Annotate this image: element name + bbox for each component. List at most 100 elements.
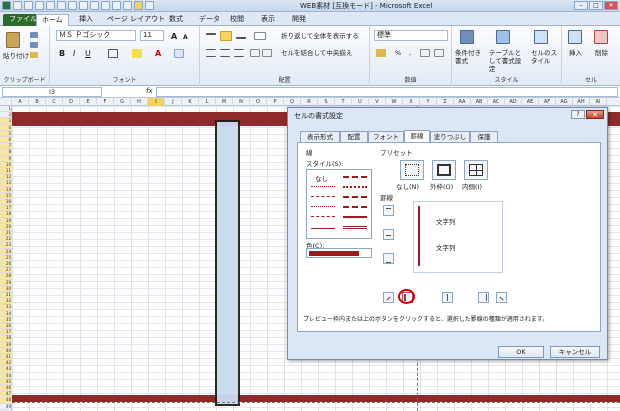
column-header[interactable]: P	[267, 98, 284, 106]
cut-icon[interactable]	[30, 32, 38, 38]
preset-inside-button[interactable]	[464, 160, 488, 180]
dialog-close-button[interactable]: ✕	[586, 110, 604, 119]
tab-view[interactable]: 表示	[256, 14, 280, 26]
column-header[interactable]: N	[233, 98, 250, 106]
column-header[interactable]: K	[182, 98, 199, 106]
tab-protection[interactable]: 保護	[470, 131, 498, 142]
sort-icon[interactable]	[57, 1, 66, 10]
tab-font[interactable]: フォント	[368, 131, 404, 142]
format-painter-icon[interactable]	[30, 52, 38, 58]
tab-insert[interactable]: 挿入	[74, 14, 98, 26]
border-center-vertical-button[interactable]	[442, 292, 453, 303]
tab-alignment[interactable]: 配置	[340, 131, 368, 142]
minimize-button[interactable]: –	[574, 1, 588, 10]
close-window-button[interactable]: ✕	[604, 1, 618, 10]
line-style-option[interactable]	[311, 206, 335, 207]
column-header[interactable]: AI	[590, 98, 607, 106]
align-middle-icon[interactable]	[220, 31, 232, 41]
column-header[interactable]: T	[335, 98, 352, 106]
formula-input[interactable]	[156, 87, 618, 97]
comma-button[interactable]: ,	[408, 48, 412, 59]
copy-icon[interactable]	[30, 42, 38, 48]
align-left-icon[interactable]	[206, 49, 216, 57]
align-center-icon[interactable]	[220, 49, 230, 57]
selected-range[interactable]	[215, 120, 240, 406]
percent-button[interactable]: %	[394, 48, 402, 59]
column-header[interactable]: C	[46, 98, 63, 106]
column-header[interactable]: S	[318, 98, 335, 106]
italic-button[interactable]: I	[72, 48, 76, 59]
column-header[interactable]: V	[369, 98, 386, 106]
cancel-button[interactable]: キャンセル	[550, 346, 600, 358]
border-diagonal-up-button[interactable]	[383, 292, 394, 303]
column-header[interactable]: R	[301, 98, 318, 106]
shrink-font-button[interactable]: A	[182, 32, 189, 43]
line-style-none[interactable]: なし	[315, 173, 328, 183]
insert-button[interactable]: 挿入	[568, 48, 583, 59]
border-diagonal-down-button[interactable]	[496, 292, 507, 303]
column-header[interactable]: AH	[573, 98, 590, 106]
customize-qat-icon[interactable]	[145, 1, 154, 10]
name-box[interactable]: I3	[2, 87, 102, 97]
orientation-icon[interactable]	[254, 32, 266, 40]
paste-button[interactable]: 貼り付け	[2, 51, 30, 62]
increase-indent-icon[interactable]	[262, 49, 272, 57]
column-header[interactable]: X	[403, 98, 420, 106]
undo-icon[interactable]	[24, 1, 33, 10]
column-header[interactable]: L	[199, 98, 216, 106]
delete-cells-icon[interactable]	[594, 30, 608, 44]
merge-center-button[interactable]: セルを結合して中央揃え	[280, 48, 353, 59]
align-right-icon[interactable]	[234, 49, 244, 57]
tab-border[interactable]: 罫線	[404, 130, 430, 142]
number-format-box[interactable]: 標準	[374, 30, 448, 41]
column-header[interactable]: AE	[522, 98, 539, 106]
line-style-option[interactable]	[343, 196, 367, 198]
fill-color-icon[interactable]	[79, 1, 88, 10]
decrease-decimal-icon[interactable]	[434, 49, 444, 57]
table-icon[interactable]	[134, 1, 143, 10]
line-style-option[interactable]	[311, 216, 335, 217]
bold-button[interactable]: B	[58, 48, 66, 59]
chart-icon[interactable]	[123, 1, 132, 10]
column-header[interactable]: D	[63, 98, 80, 106]
column-header[interactable]: J	[165, 98, 182, 106]
line-style-option[interactable]	[343, 206, 367, 208]
line-style-option[interactable]	[311, 196, 335, 197]
column-header[interactable]: A	[12, 98, 29, 106]
conditional-format-icon[interactable]	[460, 30, 474, 44]
border-right-button[interactable]	[478, 292, 489, 303]
select-all-corner[interactable]	[0, 98, 12, 106]
phonetic-icon[interactable]	[174, 49, 184, 58]
border-bottom-button[interactable]	[383, 253, 394, 264]
insert-function-button[interactable]: fx	[146, 87, 153, 95]
currency-icon[interactable]	[376, 49, 386, 57]
cell-styles-button[interactable]: セルのスタイル	[530, 48, 560, 66]
maximize-button[interactable]: □	[589, 1, 603, 10]
tab-page-layout[interactable]: ページ レイアウト	[102, 14, 170, 26]
wrap-text-button[interactable]: 折り返して全体を表示する	[280, 31, 360, 42]
conditional-format-button[interactable]: 条件付き書式	[454, 48, 488, 66]
fill-color-icon[interactable]	[132, 49, 142, 58]
line-style-list[interactable]: なし	[306, 169, 372, 239]
underline-button[interactable]: U	[84, 48, 92, 59]
redo-icon[interactable]	[35, 1, 44, 10]
font-color-icon[interactable]	[90, 1, 99, 10]
column-header[interactable]: M	[216, 98, 233, 106]
ok-button[interactable]: OK	[498, 346, 544, 358]
tab-home[interactable]: ホーム	[36, 14, 69, 26]
font-color-button[interactable]: A	[154, 48, 162, 59]
decrease-indent-icon[interactable]	[250, 49, 260, 57]
preset-outline-button[interactable]	[432, 160, 456, 180]
line-style-option[interactable]	[311, 186, 335, 187]
column-header[interactable]: AD	[505, 98, 522, 106]
format-table-icon[interactable]	[496, 30, 510, 44]
cell-styles-icon[interactable]	[534, 30, 548, 44]
column-header[interactable]: AA	[454, 98, 471, 106]
border-top-button[interactable]	[383, 205, 394, 216]
border-icon[interactable]	[68, 1, 77, 10]
tab-data[interactable]: データ	[194, 14, 225, 26]
column-header[interactable]: Q	[284, 98, 301, 106]
border-preview[interactable]: 文字列 文字列	[413, 201, 503, 273]
font-name-box[interactable]: ＭＳ Ｐゴシック	[56, 30, 136, 41]
print-preview-icon[interactable]	[46, 1, 55, 10]
